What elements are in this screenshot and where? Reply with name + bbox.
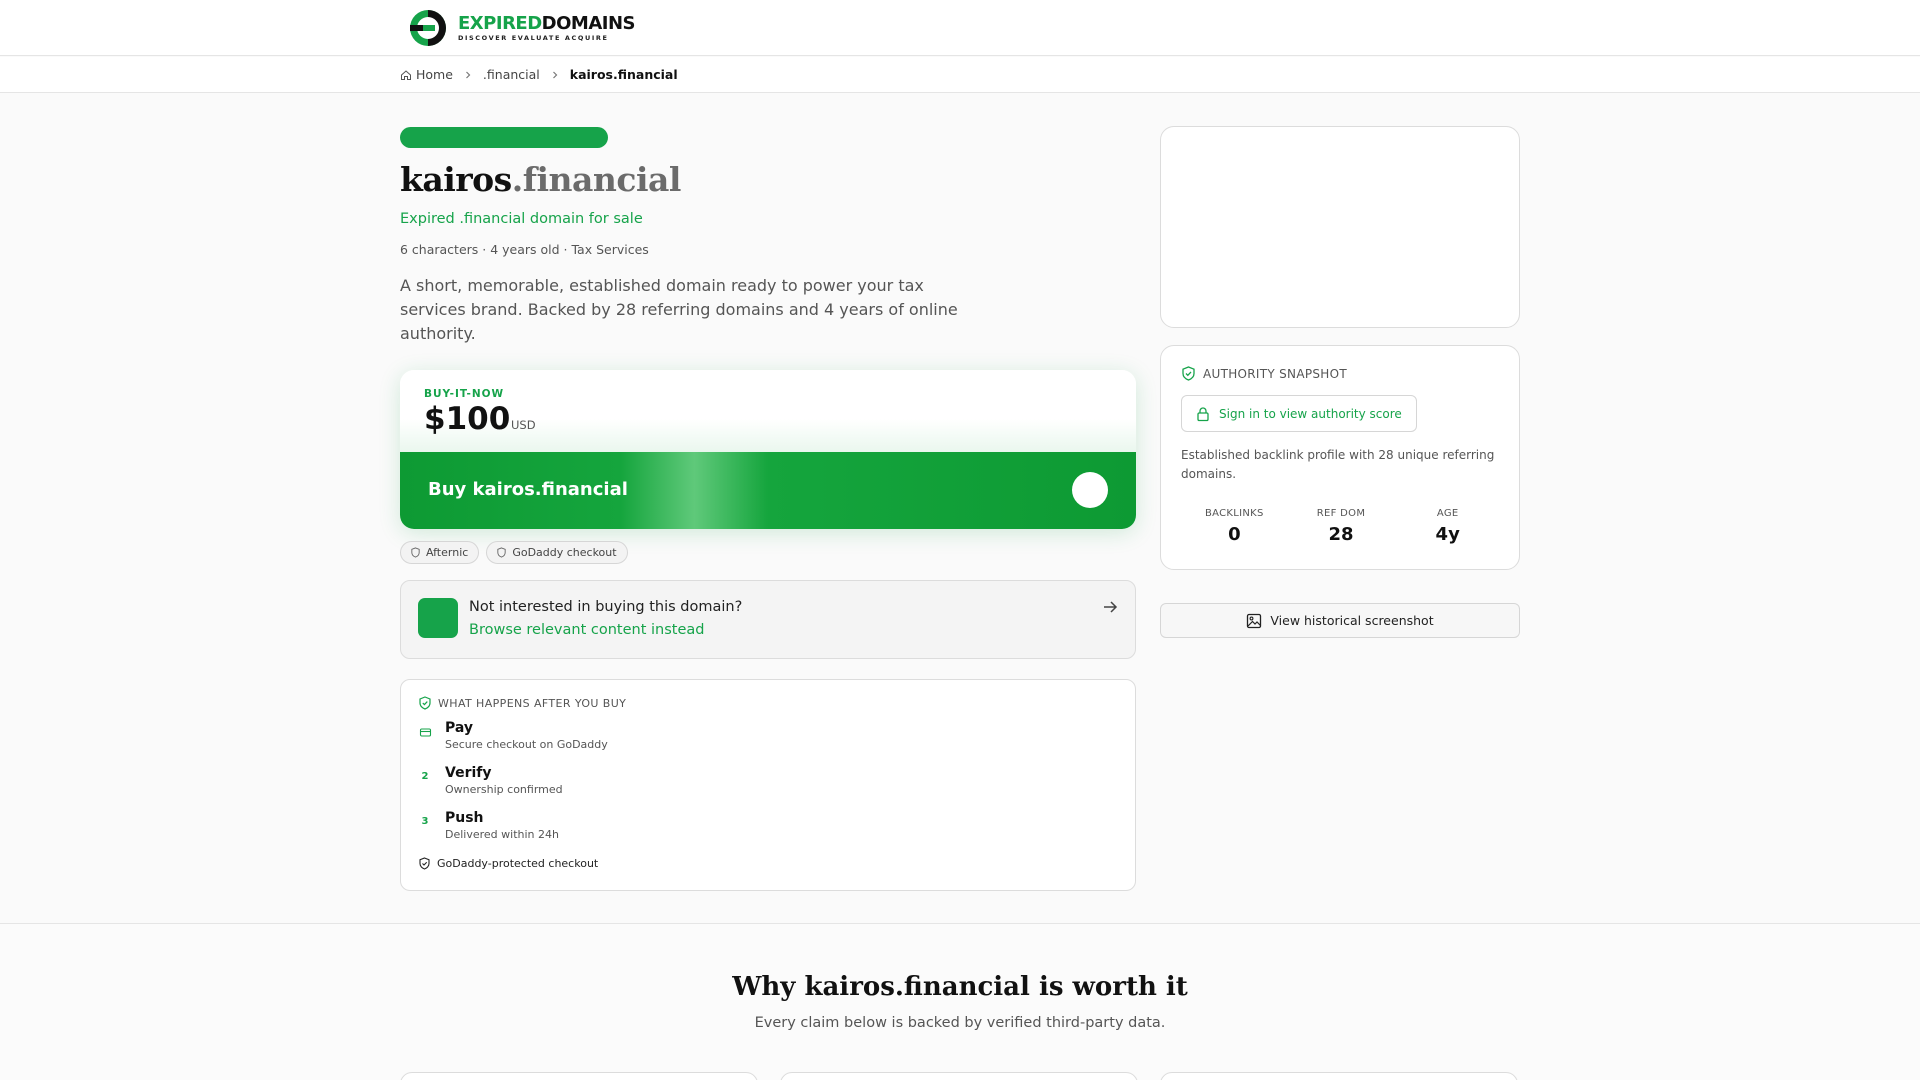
buy-button-circle-icon xyxy=(1072,472,1108,508)
browse-icon xyxy=(418,598,458,638)
marketplace-chips: Afternic GoDaddy checkout xyxy=(400,541,628,564)
logo-tagline: DISCOVER EVALUATE ACQUIRE xyxy=(458,34,609,42)
steps-heading: WHAT HAPPENS AFTER YOU BUY xyxy=(418,696,626,710)
logo-mark-icon xyxy=(410,10,446,46)
arrow-right-icon xyxy=(1104,601,1118,613)
stat-age: AGE 4y xyxy=(1435,508,1460,545)
logo-wordmark: EXPIREDDOMAINS xyxy=(458,13,635,34)
breadcrumb-home[interactable]: Home xyxy=(416,67,453,82)
stat-ref-dom: REF DOM 28 xyxy=(1316,508,1366,545)
view-historical-screenshot-button[interactable]: View historical screenshot xyxy=(1160,603,1520,638)
breadcrumb-bar: Home .financial kairos.financial xyxy=(0,57,1920,93)
site-logo[interactable]: EXPIREDDOMAINS DISCOVER EVALUATE ACQUIRE xyxy=(406,8,635,48)
why-card xyxy=(780,1072,1138,1080)
price: $100 xyxy=(424,401,511,437)
domain-meta: 6 characters · 4 years old · Tax Service… xyxy=(400,242,649,257)
chip-afternic: Afternic xyxy=(400,541,480,564)
breadcrumb: Home .financial kairos.financial xyxy=(400,67,678,82)
domain-subtitle: Expired .financial domain for sale xyxy=(400,211,643,227)
shield-check-icon xyxy=(419,857,430,870)
steps-footer: GoDaddy-protected checkout xyxy=(418,857,598,870)
currency: USD xyxy=(511,418,536,432)
why-section: Why kairos.financial is worth it Every c… xyxy=(0,923,1920,1080)
sign-in-authority-button[interactable]: Sign in to view authority score xyxy=(1181,395,1417,432)
browse-question: Not interested in buying this domain? xyxy=(469,599,743,615)
buy-button[interactable]: Buy kairos.financial xyxy=(400,452,1136,529)
image-icon xyxy=(1247,613,1262,628)
shield-check-icon xyxy=(419,696,431,710)
shield-icon xyxy=(411,547,420,558)
browse-link[interactable]: Browse relevant content instead xyxy=(469,622,704,638)
why-card xyxy=(400,1072,758,1080)
shield-check-icon xyxy=(1182,366,1195,381)
home-icon xyxy=(401,69,411,80)
stat-backlinks: BACKLINKS 0 xyxy=(1205,508,1264,545)
buy-it-now-label: BUY-IT-NOW xyxy=(424,388,505,400)
domain-description: A short, memorable, established domain r… xyxy=(400,276,958,343)
chip-godaddy: GoDaddy checkout xyxy=(486,541,628,564)
authority-heading: AUTHORITY SNAPSHOT xyxy=(1181,366,1347,381)
why-subtitle: Every claim below is backed by verified … xyxy=(754,1015,1166,1031)
authority-stats: BACKLINKS 0 REF DOM 28 AGE 4y xyxy=(1181,508,1501,545)
buy-card: BUY-IT-NOW $100 USD Buy kairos.financial xyxy=(400,370,1136,529)
top-header: EXPIREDDOMAINS DISCOVER EVALUATE ACQUIRE xyxy=(0,0,1920,56)
why-title: Why kairos.financial is worth it xyxy=(732,972,1188,1002)
chevron-right-icon xyxy=(552,71,558,78)
buy-button-label: Buy kairos.financial xyxy=(428,479,628,500)
domain-tld: .financial xyxy=(511,160,682,199)
shield-icon xyxy=(497,547,506,558)
status-pill xyxy=(400,127,608,148)
domain-name: kairos xyxy=(400,160,512,199)
lock-icon xyxy=(1197,406,1209,421)
breadcrumb-tld[interactable]: .financial xyxy=(483,67,540,82)
after-buy-steps: WHAT HAPPENS AFTER YOU BUY Pay Secure ch… xyxy=(400,679,1136,891)
authority-snapshot-card: AUTHORITY SNAPSHOT Sign in to view autho… xyxy=(1160,345,1520,570)
authority-note: Established backlink profile with 28 uni… xyxy=(1181,448,1495,481)
chevron-right-icon xyxy=(465,71,471,78)
breadcrumb-current: kairos.financial xyxy=(569,67,678,82)
browse-content-card[interactable]: Not interested in buying this domain? Br… xyxy=(400,580,1136,659)
domain-preview-card xyxy=(1160,126,1520,328)
card-icon xyxy=(419,728,431,737)
why-card xyxy=(1160,1072,1518,1080)
domain-title: kairos.financial xyxy=(400,160,681,199)
